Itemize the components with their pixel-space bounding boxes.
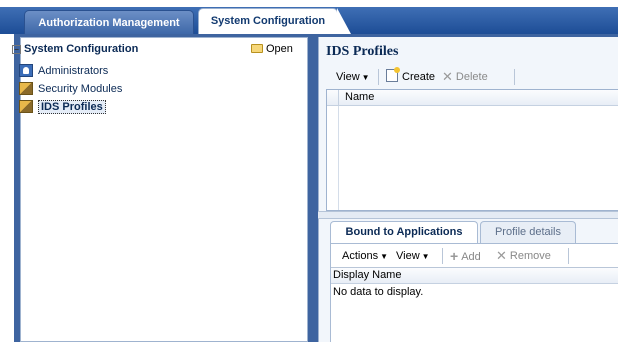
tree-item-label: Administrators xyxy=(38,65,109,77)
remove-icon: ✕ xyxy=(496,248,507,263)
collapse-toggle-icon[interactable]: − xyxy=(12,45,21,54)
delete-button[interactable]: ✕ Delete xyxy=(442,66,488,88)
folder-open-icon xyxy=(251,44,263,53)
caret-down-icon: ▼ xyxy=(361,73,370,82)
panel-splitter[interactable] xyxy=(318,211,618,219)
toolbar-divider xyxy=(378,69,379,85)
actions-menu-button[interactable]: Actions ▼ xyxy=(342,246,388,266)
actions-menu-label: Actions xyxy=(342,250,379,262)
view-menu-label: View xyxy=(396,250,420,262)
toolbar-divider xyxy=(514,69,515,85)
tree-item-administrators[interactable]: Administrators xyxy=(19,64,109,78)
caret-down-icon: ▼ xyxy=(421,252,430,261)
add-icon: + xyxy=(450,248,459,264)
create-button[interactable]: Create xyxy=(386,66,435,88)
bound-applications-table: Display Name No data to display. xyxy=(331,267,618,342)
view-menu-button[interactable]: View ▼ xyxy=(396,246,430,266)
tab-profile-details[interactable]: Profile details xyxy=(480,221,576,243)
administrator-icon xyxy=(19,64,33,77)
ids-profile-icon xyxy=(19,100,33,113)
tab-bound-to-applications[interactable]: Bound to Applications xyxy=(330,221,478,243)
page-title: IDS Profiles xyxy=(326,44,399,59)
toolbar-divider xyxy=(568,248,569,264)
caret-down-icon: ▼ xyxy=(380,252,388,261)
view-menu-button[interactable]: View ▼ xyxy=(336,66,370,88)
tab-system-configuration[interactable]: System Configuration xyxy=(198,8,338,34)
tree-item-label: IDS Profiles xyxy=(38,100,106,114)
tree-root-system-configuration[interactable]: − System Configuration xyxy=(12,43,138,55)
column-header-display-name[interactable]: Display Name xyxy=(333,269,401,281)
delete-icon: ✕ xyxy=(442,69,453,84)
open-button[interactable]: Open xyxy=(251,43,293,55)
view-menu-label: View xyxy=(336,71,360,83)
create-icon xyxy=(386,67,400,82)
empty-table-message: No data to display. xyxy=(333,286,424,298)
tree-item-ids-profiles[interactable]: IDS Profiles xyxy=(19,100,106,114)
open-button-label: Open xyxy=(266,43,293,55)
top-tab-bar: Authorization Management System Configur… xyxy=(0,0,618,34)
tab-authorization-management[interactable]: Authorization Management xyxy=(24,10,194,34)
table-header: Display Name xyxy=(331,268,618,284)
remove-button-label: Remove xyxy=(509,250,551,262)
toolbar-divider xyxy=(442,248,443,264)
create-button-label: Create xyxy=(402,71,436,83)
tree-item-security-modules[interactable]: Security Modules xyxy=(19,82,123,96)
row-selector-column xyxy=(327,106,339,210)
add-button-label: Add xyxy=(461,251,481,263)
tree-item-label: Security Modules xyxy=(38,83,123,95)
ids-profiles-table: Name xyxy=(326,89,618,211)
add-button[interactable]: + Add xyxy=(450,246,481,266)
tree-root-label: System Configuration xyxy=(24,43,139,55)
table-header: Name xyxy=(327,90,618,106)
remove-button[interactable]: ✕ Remove xyxy=(496,246,551,266)
column-header-name[interactable]: Name xyxy=(345,91,374,103)
select-all-cell[interactable] xyxy=(327,90,339,105)
delete-button-label: Delete xyxy=(455,71,488,83)
security-module-icon xyxy=(19,82,33,95)
